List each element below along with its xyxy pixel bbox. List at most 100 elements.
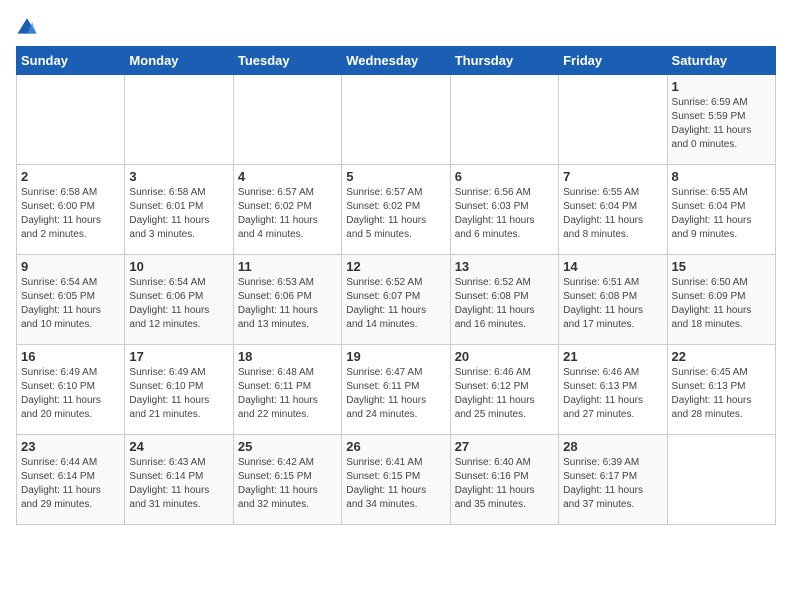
day-number: 15 <box>672 259 771 274</box>
day-number: 27 <box>455 439 554 454</box>
calendar-cell <box>125 75 233 165</box>
day-number: 6 <box>455 169 554 184</box>
logo-icon <box>16 16 38 38</box>
day-number: 3 <box>129 169 228 184</box>
day-number: 1 <box>672 79 771 94</box>
calendar-cell: 11Sunrise: 6:53 AM Sunset: 6:06 PM Dayli… <box>233 255 341 345</box>
weekday-header: Saturday <box>667 47 775 75</box>
weekday-header: Monday <box>125 47 233 75</box>
day-info: Sunrise: 6:58 AM Sunset: 6:01 PM Dayligh… <box>129 186 228 242</box>
calendar-week-row: 9 Sunrise: 6:54 AM Sunset: 6:05 PM Daylig… <box>17 255 776 345</box>
day-number: 17 <box>129 349 228 364</box>
calendar-cell: 21 Sunrise: 6:46 AM Sunset: 6:13 PM Dayli… <box>559 345 667 435</box>
calendar-cell: 2Sunrise: 6:58 AM Sunset: 6:00 PM Daylig… <box>17 165 125 255</box>
day-info: Sunrise: 6:54 AM Sunset: 6:05 PM Dayligh… <box>21 276 120 332</box>
calendar-cell <box>450 75 558 165</box>
calendar-cell <box>233 75 341 165</box>
calendar-cell <box>559 75 667 165</box>
day-info: Sunrise: 6:39 AM Sunset: 6:17 PM Dayligh… <box>563 456 662 512</box>
day-info: Sunrise: 6:50 AM Sunset: 6:09 PM Dayligh… <box>672 276 771 332</box>
calendar-cell: 9 Sunrise: 6:54 AM Sunset: 6:05 PM Daylig… <box>17 255 125 345</box>
day-number: 21 <box>563 349 662 364</box>
day-number: 28 <box>563 439 662 454</box>
day-info: Sunrise: 6:40 AM Sunset: 6:16 PM Dayligh… <box>455 456 554 512</box>
day-number: 5 <box>346 169 445 184</box>
calendar-cell: 18 Sunrise: 6:48 AM Sunset: 6:11 PM Dayli… <box>233 345 341 435</box>
calendar-cell: 13Sunrise: 6:52 AM Sunset: 6:08 PM Dayli… <box>450 255 558 345</box>
calendar-cell: 27 Sunrise: 6:40 AM Sunset: 6:16 PM Dayli… <box>450 435 558 525</box>
calendar-cell: 24Sunrise: 6:43 AM Sunset: 6:14 PM Dayli… <box>125 435 233 525</box>
day-info: Sunrise: 6:52 AM Sunset: 6:07 PM Dayligh… <box>346 276 445 332</box>
day-number: 8 <box>672 169 771 184</box>
day-info: Sunrise: 6:56 AM Sunset: 6:03 PM Dayligh… <box>455 186 554 242</box>
day-info: Sunrise: 6:49 AM Sunset: 6:10 PM Dayligh… <box>21 366 120 422</box>
header <box>16 16 776 38</box>
day-info: Sunrise: 6:57 AM Sunset: 6:02 PM Dayligh… <box>346 186 445 242</box>
calendar-cell: 7Sunrise: 6:55 AM Sunset: 6:04 PM Daylig… <box>559 165 667 255</box>
day-info: Sunrise: 6:46 AM Sunset: 6:12 PM Dayligh… <box>455 366 554 422</box>
day-info: Sunrise: 6:51 AM Sunset: 6:08 PM Dayligh… <box>563 276 662 332</box>
day-number: 18 <box>238 349 337 364</box>
weekday-header: Wednesday <box>342 47 450 75</box>
day-number: 14 <box>563 259 662 274</box>
calendar-header: SundayMondayTuesdayWednesdayThursdayFrid… <box>17 47 776 75</box>
calendar-cell: 25 Sunrise: 6:42 AM Sunset: 6:15 PM Dayli… <box>233 435 341 525</box>
day-info: Sunrise: 6:43 AM Sunset: 6:14 PM Dayligh… <box>129 456 228 512</box>
day-number: 12 <box>346 259 445 274</box>
calendar-cell: 17 Sunrise: 6:49 AM Sunset: 6:10 PM Dayli… <box>125 345 233 435</box>
day-number: 22 <box>672 349 771 364</box>
day-info: Sunrise: 6:54 AM Sunset: 6:06 PM Dayligh… <box>129 276 228 332</box>
day-info: Sunrise: 6:57 AM Sunset: 6:02 PM Dayligh… <box>238 186 337 242</box>
day-info: Sunrise: 6:41 AM Sunset: 6:15 PM Dayligh… <box>346 456 445 512</box>
day-info: Sunrise: 6:59 AM Sunset: 5:59 PM Dayligh… <box>672 96 771 152</box>
day-number: 9 <box>21 259 120 274</box>
day-info: Sunrise: 6:48 AM Sunset: 6:11 PM Dayligh… <box>238 366 337 422</box>
calendar-cell <box>342 75 450 165</box>
day-number: 26 <box>346 439 445 454</box>
weekday-header: Thursday <box>450 47 558 75</box>
day-number: 23 <box>21 439 120 454</box>
day-number: 16 <box>21 349 120 364</box>
calendar-cell: 1 Sunrise: 6:59 AM Sunset: 5:59 PM Daylig… <box>667 75 775 165</box>
calendar-body: 1 Sunrise: 6:59 AM Sunset: 5:59 PM Daylig… <box>17 75 776 525</box>
calendar-cell <box>667 435 775 525</box>
calendar-cell: 22 Sunrise: 6:45 AM Sunset: 6:13 PM Dayli… <box>667 345 775 435</box>
weekday-header: Sunday <box>17 47 125 75</box>
calendar-cell: 23 Sunrise: 6:44 AM Sunset: 6:14 PM Dayli… <box>17 435 125 525</box>
logo <box>16 16 42 38</box>
calendar-cell: 5 Sunrise: 6:57 AM Sunset: 6:02 PM Daylig… <box>342 165 450 255</box>
day-number: 11 <box>238 259 337 274</box>
calendar-week-row: 16 Sunrise: 6:49 AM Sunset: 6:10 PM Dayli… <box>17 345 776 435</box>
calendar-week-row: 2Sunrise: 6:58 AM Sunset: 6:00 PM Daylig… <box>17 165 776 255</box>
weekday-header: Tuesday <box>233 47 341 75</box>
calendar-cell: 20 Sunrise: 6:46 AM Sunset: 6:12 PM Dayli… <box>450 345 558 435</box>
calendar-cell: 8Sunrise: 6:55 AM Sunset: 6:04 PM Daylig… <box>667 165 775 255</box>
day-info: Sunrise: 6:52 AM Sunset: 6:08 PM Dayligh… <box>455 276 554 332</box>
day-number: 25 <box>238 439 337 454</box>
calendar-cell: 6 Sunrise: 6:56 AM Sunset: 6:03 PM Daylig… <box>450 165 558 255</box>
calendar-cell: 26 Sunrise: 6:41 AM Sunset: 6:15 PM Dayli… <box>342 435 450 525</box>
calendar-cell: 4 Sunrise: 6:57 AM Sunset: 6:02 PM Daylig… <box>233 165 341 255</box>
day-info: Sunrise: 6:47 AM Sunset: 6:11 PM Dayligh… <box>346 366 445 422</box>
calendar-cell <box>17 75 125 165</box>
day-info: Sunrise: 6:42 AM Sunset: 6:15 PM Dayligh… <box>238 456 337 512</box>
day-number: 20 <box>455 349 554 364</box>
day-info: Sunrise: 6:49 AM Sunset: 6:10 PM Dayligh… <box>129 366 228 422</box>
calendar-cell: 12 Sunrise: 6:52 AM Sunset: 6:07 PM Dayli… <box>342 255 450 345</box>
calendar-cell: 16 Sunrise: 6:49 AM Sunset: 6:10 PM Dayli… <box>17 345 125 435</box>
day-number: 10 <box>129 259 228 274</box>
day-info: Sunrise: 6:44 AM Sunset: 6:14 PM Dayligh… <box>21 456 120 512</box>
calendar-cell: 28 Sunrise: 6:39 AM Sunset: 6:17 PM Dayli… <box>559 435 667 525</box>
weekday-row: SundayMondayTuesdayWednesdayThursdayFrid… <box>17 47 776 75</box>
calendar-cell: 3 Sunrise: 6:58 AM Sunset: 6:01 PM Daylig… <box>125 165 233 255</box>
calendar-week-row: 23 Sunrise: 6:44 AM Sunset: 6:14 PM Dayli… <box>17 435 776 525</box>
day-info: Sunrise: 6:45 AM Sunset: 6:13 PM Dayligh… <box>672 366 771 422</box>
weekday-header: Friday <box>559 47 667 75</box>
calendar-cell: 10 Sunrise: 6:54 AM Sunset: 6:06 PM Dayli… <box>125 255 233 345</box>
day-number: 4 <box>238 169 337 184</box>
calendar-cell: 14 Sunrise: 6:51 AM Sunset: 6:08 PM Dayli… <box>559 255 667 345</box>
day-number: 19 <box>346 349 445 364</box>
day-info: Sunrise: 6:46 AM Sunset: 6:13 PM Dayligh… <box>563 366 662 422</box>
day-number: 2 <box>21 169 120 184</box>
calendar-cell: 15 Sunrise: 6:50 AM Sunset: 6:09 PM Dayli… <box>667 255 775 345</box>
